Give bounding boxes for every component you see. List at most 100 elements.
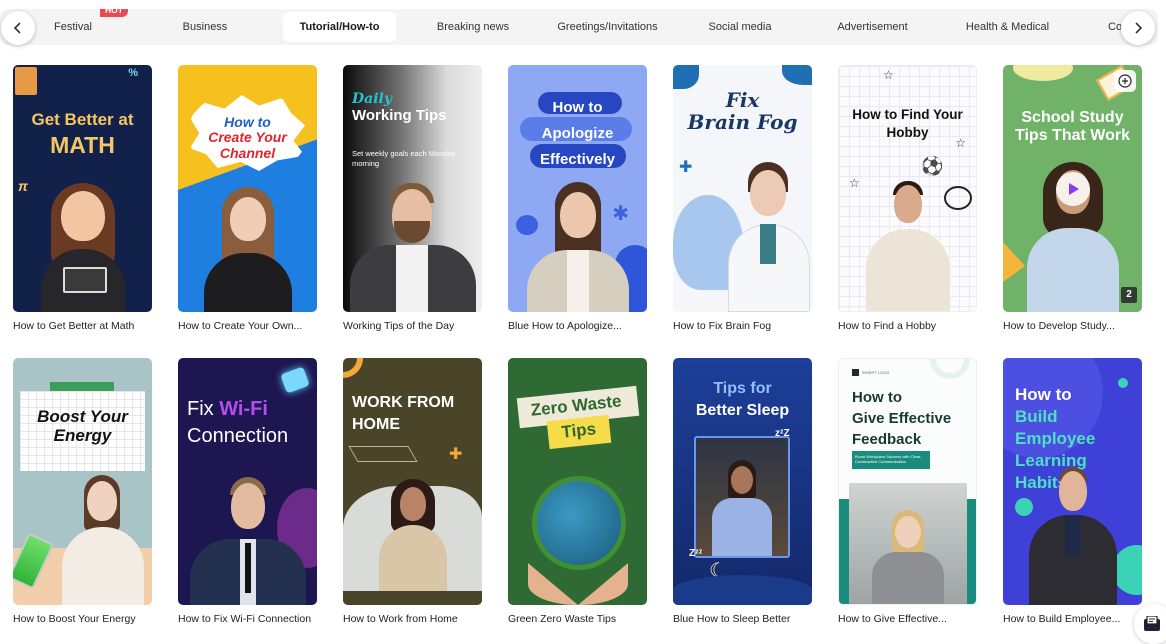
- add-template-button[interactable]: [1114, 70, 1136, 92]
- tab-tutorial-how-to[interactable]: Tutorial/How-to: [283, 12, 396, 42]
- calculator-icon: [15, 67, 37, 95]
- percent-icon: %: [128, 67, 138, 79]
- logo-icon: [852, 369, 859, 376]
- template-caption: How to Boost Your Energy: [13, 613, 136, 625]
- template-thumbnail: Fix Brain Fog ✚: [673, 65, 812, 312]
- template-caption: How to Work from Home: [343, 613, 458, 625]
- template-card[interactable]: How to Find Your Hobby ⚽ ☆ ☆ ☆ How to Fi…: [838, 65, 978, 332]
- avatar-photo: [726, 162, 812, 312]
- earth-globe: [532, 476, 626, 570]
- tab-greetings-invitations[interactable]: Greetings/Invitations: [545, 12, 670, 42]
- template-caption: Blue How to Sleep Better: [673, 613, 791, 625]
- template-card[interactable]: How to Apologize Effectively ✱ Blue How …: [508, 65, 648, 332]
- avatar-photo: [348, 177, 478, 312]
- tab-label: Tutorial/How-to: [299, 21, 380, 33]
- chevron-left-icon: [13, 22, 21, 34]
- star-icon: ☆: [883, 68, 894, 82]
- template-card[interactable]: INSERT LOGO How to Give Effective Feedba…: [838, 358, 978, 625]
- template-caption: How to Find a Hobby: [838, 320, 937, 332]
- template-caption: How to Develop Study...: [1003, 320, 1115, 332]
- scene-count-badge: 2: [1121, 287, 1137, 303]
- wifi-router-icon: [280, 366, 310, 394]
- decorative-shapes: [348, 446, 418, 462]
- tab-label: Greetings/Invitations: [557, 21, 658, 33]
- template-caption: How to Get Better at Math: [13, 320, 135, 332]
- template-caption: Blue How to Apologize...: [508, 320, 622, 332]
- tab-social-media[interactable]: Social media: [695, 12, 785, 42]
- template-thumbnail: How to Build Employee Learning Habits: [1003, 358, 1142, 605]
- star-icon: ☆: [849, 176, 860, 190]
- template-thumbnail: Fix Wi-Fi Connection: [178, 358, 317, 605]
- template-card[interactable]: How to Create Your Channel How to Create…: [178, 65, 318, 332]
- avatar-illustration: [33, 177, 133, 312]
- template-card[interactable]: % Get Better at MATH π How to Get Better…: [13, 65, 153, 332]
- tab-advertisement[interactable]: Advertisement: [825, 12, 920, 42]
- office-photo: [849, 483, 967, 604]
- template-caption: How to Fix Brain Fog: [673, 320, 772, 332]
- template-thumbnail: How to Find Your Hobby ⚽ ☆ ☆ ☆: [838, 65, 977, 312]
- leaf-icon: [673, 65, 699, 89]
- template-card[interactable]: How to Build Employee Learning Habits Ho…: [1003, 358, 1143, 625]
- template-card[interactable]: Daily Working Tips Set weekly goals each…: [343, 65, 483, 332]
- template-card[interactable]: Fix Brain Fog ✚ How to Fix Brain Fog: [673, 65, 813, 332]
- tab-breaking-news[interactable]: Breaking news: [428, 12, 518, 42]
- tab-health-medical[interactable]: Health & Medical: [955, 12, 1060, 42]
- template-caption: Green Zero Waste Tips: [508, 613, 617, 625]
- template-card[interactable]: Tips for Better Sleep zᶻZ Zᶻᶻ ☾ Blue How…: [673, 358, 813, 625]
- pi-icon: π: [18, 178, 28, 194]
- avatar-photo: [58, 475, 148, 605]
- leaf-icon: [782, 65, 812, 85]
- tab-business[interactable]: Business: [160, 12, 250, 42]
- chat-support-button[interactable]: [1134, 604, 1166, 644]
- thumb-subtitle: Boost Workplace Success with Clear, Cons…: [852, 451, 930, 469]
- template-card[interactable]: Fix Wi-Fi Connection How to Fix Wi-Fi Co…: [178, 358, 318, 625]
- tab-label: Festival: [54, 21, 92, 33]
- avatar-photo: [373, 479, 453, 591]
- tabs-prev-button[interactable]: [1, 11, 35, 45]
- template-thumbnail: INSERT LOGO How to Give Effective Feedba…: [838, 358, 977, 605]
- category-tabs: Festival HOT Business Tutorial/How-to Br…: [30, 9, 1130, 45]
- tabs-next-button[interactable]: [1121, 11, 1155, 45]
- category-tab-bar: Festival HOT Business Tutorial/How-to Br…: [0, 9, 1158, 45]
- template-card[interactable]: WORK FROM HOME ✚ How to Work from Home: [343, 358, 483, 625]
- tab-label: Social media: [708, 21, 772, 33]
- template-caption: How to Give Effective...: [838, 613, 947, 625]
- tab-label: Breaking news: [436, 21, 510, 33]
- thumb-title: Boost Your Energy: [37, 407, 128, 445]
- avatar-photo: [860, 181, 956, 311]
- template-card[interactable]: Boost Your Energy How to Boost Your Ener…: [13, 358, 153, 625]
- template-thumbnail: % Get Better at MATH π: [13, 65, 152, 312]
- thumb-title: School Study Tips That Work: [1015, 109, 1130, 144]
- template-thumbnail: Daily Working Tips Set weekly goals each…: [343, 65, 482, 312]
- template-thumbnail: How to Create Your Channel: [178, 65, 317, 312]
- template-thumbnail: Boost Your Energy: [13, 358, 152, 605]
- tab-label: Advertisement: [837, 21, 908, 33]
- avatar-photo: [200, 187, 296, 312]
- scene-frame: [694, 436, 790, 558]
- avatar-photo: [523, 182, 633, 312]
- battery-icon: [13, 532, 55, 590]
- zzz-icon: Zᶻᶻ: [689, 548, 703, 559]
- template-caption: Working Tips of the Day: [343, 320, 455, 332]
- puzzle-icon: ✚: [679, 159, 693, 176]
- avatar-photo: [1025, 467, 1121, 605]
- thumb-subtitle: Set weekly goals each Monday morning: [352, 149, 456, 168]
- tab-label: Co: [1108, 21, 1123, 33]
- play-preview-button[interactable]: [1055, 172, 1090, 206]
- plus-icon: ✚: [449, 446, 463, 463]
- book-icon: [62, 267, 107, 293]
- thumb-title: How to Apologize Effectively: [539, 99, 616, 168]
- template-card[interactable]: School Study Tips That Work 2 How to Dev…: [1003, 65, 1143, 332]
- template-thumbnail: School Study Tips That Work 2: [1003, 65, 1142, 312]
- thumb-title: Tips for Better Sleep: [695, 380, 790, 420]
- thumb-title: Daily Working Tips: [352, 91, 447, 124]
- thumb-title: Fix Wi-Fi Connection: [187, 398, 289, 447]
- star-icon: ☆: [955, 136, 966, 150]
- hot-badge: HOT: [100, 9, 128, 17]
- thumb-title: Fix Brain Fog: [687, 88, 798, 134]
- avatar-photo: [186, 477, 310, 605]
- tab-label: Health & Medical: [965, 21, 1050, 33]
- chevron-right-icon: [1135, 22, 1143, 34]
- tab-festival[interactable]: Festival HOT: [40, 9, 128, 42]
- template-card[interactable]: Zero Waste Tips Green Zero Waste Tips: [508, 358, 648, 625]
